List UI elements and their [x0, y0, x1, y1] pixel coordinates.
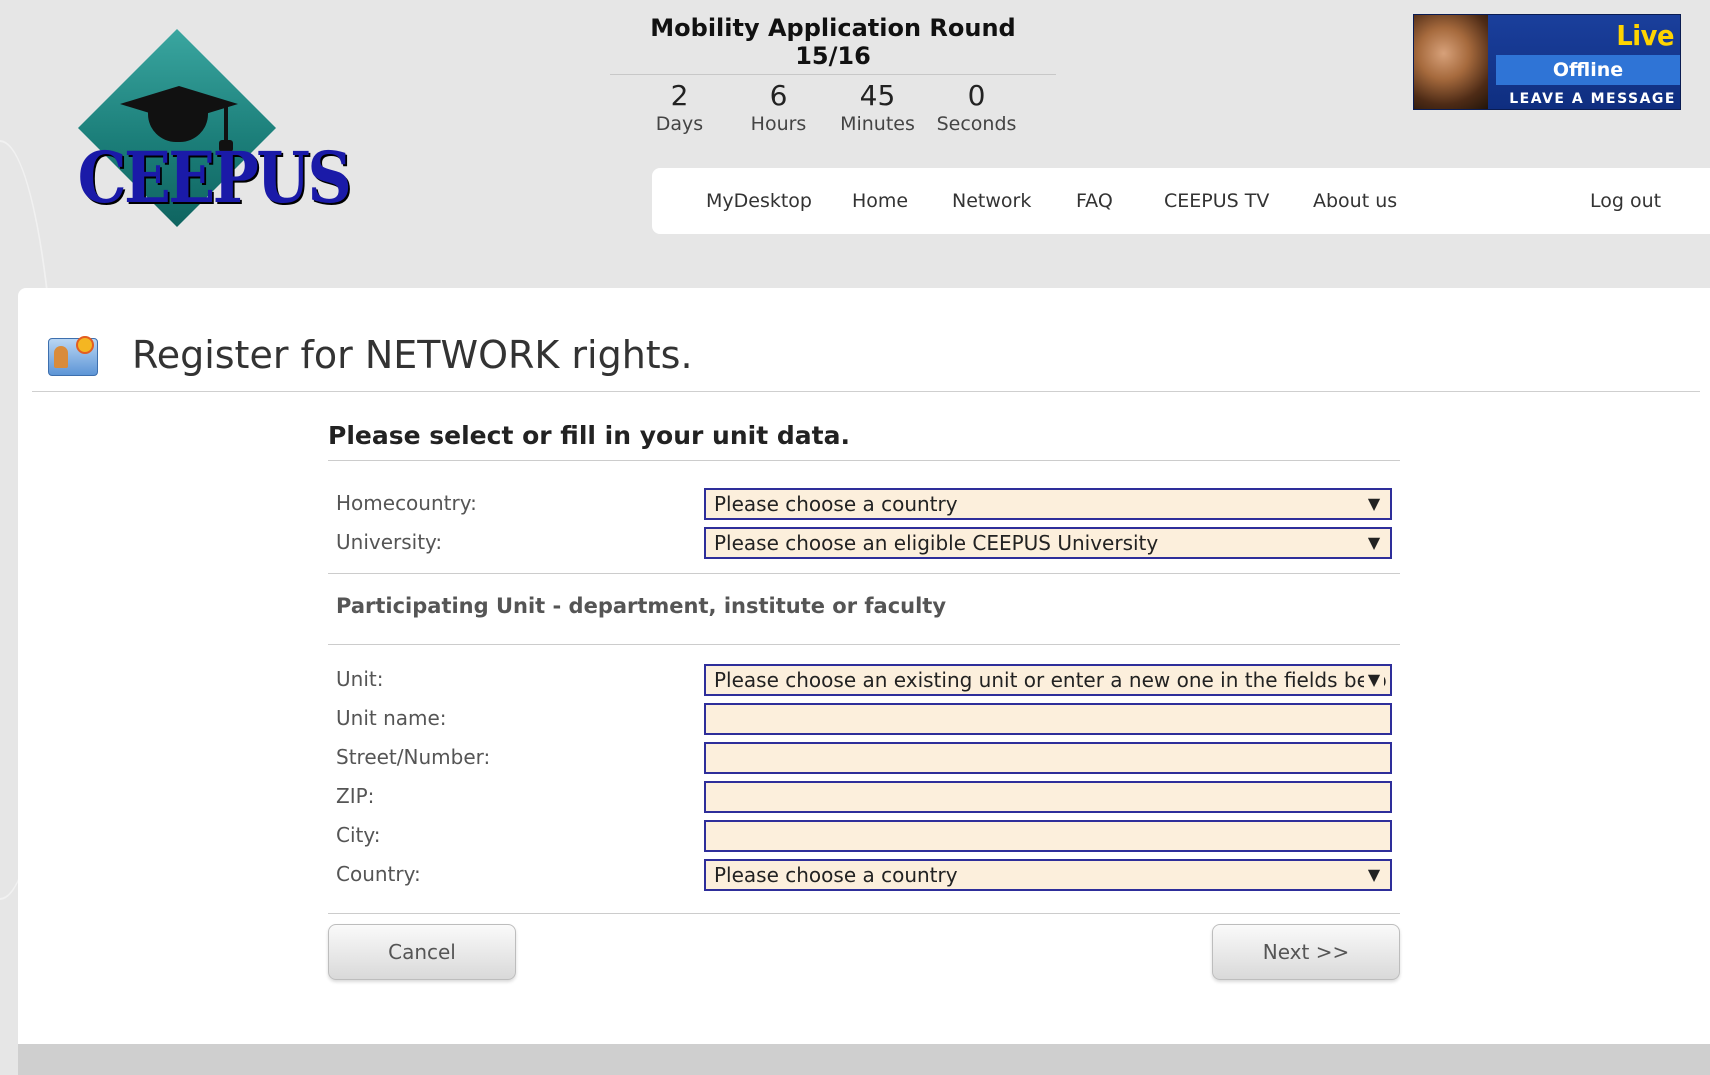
footer-band	[18, 1044, 1710, 1075]
city-label: City:	[336, 823, 381, 847]
unit-row: Unit: Please choose an existing unit or …	[328, 661, 1400, 700]
dropdown-arrow-icon: ▼	[1364, 490, 1384, 518]
nav-item-home[interactable]: Home	[852, 168, 908, 234]
street-row: Street/Number:	[328, 739, 1400, 778]
nav-item-network[interactable]: Network	[952, 168, 1031, 234]
country-row: Country: Please choose a country ▼	[328, 856, 1400, 895]
city-input[interactable]	[704, 820, 1392, 852]
ceepus-logo[interactable]: CEEPUS	[62, 18, 352, 240]
nav-item-faq[interactable]: FAQ	[1076, 168, 1113, 234]
homecountry-row: Homecountry: Please choose a country ▼	[328, 485, 1400, 524]
page-title: Register for NETWORK rights.	[132, 333, 693, 377]
next-button[interactable]: Next >>	[1212, 924, 1400, 980]
application-countdown: Mobility Application Round 15/16 2 Days …	[610, 14, 1056, 135]
countdown-seconds: 0 Seconds	[932, 75, 1022, 135]
divider	[32, 391, 1700, 392]
countdown-unit: Seconds	[936, 113, 1017, 135]
cancel-button[interactable]: Cancel	[328, 924, 516, 980]
content-card: Register for NETWORK rights. Please sele…	[18, 288, 1710, 1044]
countdown-value: 6	[769, 79, 788, 112]
unit-name-input[interactable]	[704, 703, 1392, 735]
homecountry-value: Please choose a country	[714, 492, 958, 516]
homecountry-select[interactable]: Please choose a country ▼	[704, 488, 1392, 520]
nav-item-ceepus-tv[interactable]: CEEPUS TV	[1164, 168, 1269, 234]
street-input[interactable]	[704, 742, 1392, 774]
nav-item-about-us[interactable]: About us	[1313, 168, 1397, 234]
logo-text: CEEPUS	[77, 136, 352, 219]
zip-input[interactable]	[704, 781, 1392, 813]
countdown-minutes: 45 Minutes	[833, 75, 923, 135]
countdown-hours: 6 Hours	[734, 75, 824, 135]
dropdown-arrow-icon: ▼	[1364, 666, 1384, 694]
unit-name-label: Unit name:	[336, 706, 447, 730]
countdown-value: 0	[967, 79, 986, 112]
live-support-status: Offline	[1496, 55, 1680, 85]
university-label: University:	[336, 530, 443, 554]
countdown-value: 45	[859, 79, 896, 112]
unit-value: Please choose an existing unit or enter …	[714, 668, 1387, 692]
countdown-unit: Days	[655, 113, 704, 135]
country-select[interactable]: Please choose a country ▼	[704, 859, 1392, 891]
university-select[interactable]: Please choose an eligible CEEPUS Univers…	[704, 527, 1392, 559]
zip-label: ZIP:	[336, 784, 375, 808]
dropdown-arrow-icon: ▼	[1364, 529, 1384, 557]
university-value: Please choose an eligible CEEPUS Univers…	[714, 531, 1159, 555]
unit-label: Unit:	[336, 667, 384, 691]
countdown-days: 2 Days	[635, 75, 725, 135]
unit-name-row: Unit name:	[328, 700, 1400, 739]
countdown-title: Mobility Application Round 15/16	[610, 14, 1056, 75]
id-card-icon	[46, 332, 102, 380]
unit-data-form: Please select or fill in your unit data.…	[328, 416, 1400, 994]
city-row: City:	[328, 817, 1400, 856]
form-heading: Please select or fill in your unit data.	[328, 421, 850, 450]
countdown-unit: Hours	[750, 113, 807, 135]
zip-row: ZIP:	[328, 778, 1400, 817]
dropdown-arrow-icon: ▼	[1364, 861, 1384, 889]
countdown-unit: Minutes	[840, 113, 915, 135]
countdown-value: 2	[670, 79, 689, 112]
country-label: Country:	[336, 862, 421, 886]
main-nav: MyDesktop Home Network FAQ CEEPUS TV Abo…	[652, 168, 1710, 234]
country-value: Please choose a country	[714, 863, 958, 887]
unit-select[interactable]: Please choose an existing unit or enter …	[704, 664, 1392, 696]
nav-item-logout[interactable]: Log out	[1590, 168, 1661, 234]
university-row: University: Please choose an eligible CE…	[328, 524, 1400, 563]
live-support-banner[interactable]: Live Support! Offline LEAVE A MESSAGE <<…	[1413, 14, 1681, 110]
nav-item-mydesktop[interactable]: MyDesktop	[706, 168, 812, 234]
unit-section-heading: Participating Unit - department, institu…	[336, 594, 947, 618]
leave-message-link[interactable]: LEAVE A MESSAGE <<<	[1496, 89, 1676, 109]
support-agent-avatar	[1414, 15, 1488, 109]
form-actions: Cancel Next >>	[328, 914, 1400, 994]
street-label: Street/Number:	[336, 745, 491, 769]
homecountry-label: Homecountry:	[336, 491, 477, 515]
